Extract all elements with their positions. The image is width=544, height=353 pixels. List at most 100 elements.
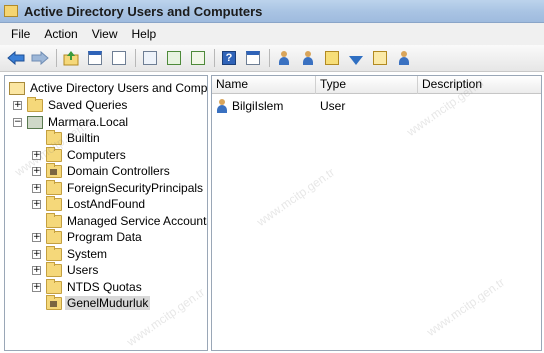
tree-item-label: GenelMudurluk [65, 296, 151, 310]
ou-icon [46, 162, 62, 178]
folder-icon [46, 179, 62, 195]
new-group-button[interactable] [298, 48, 318, 68]
find-button[interactable] [370, 48, 390, 68]
details-pane: Name Type Description BilgiIslem User [211, 75, 542, 351]
tree-item-label: Saved Queries [48, 98, 128, 112]
expand-icon[interactable]: + [32, 199, 41, 209]
app-icon [4, 5, 18, 17]
folder-icon [46, 245, 62, 261]
export-icon [143, 51, 157, 65]
column-header-name[interactable]: Name [212, 76, 316, 94]
console-tree-icon [88, 51, 102, 65]
properties-icon [112, 51, 126, 65]
filter-icon [349, 55, 363, 65]
ou-icon [46, 294, 62, 310]
forward-button[interactable] [30, 48, 50, 68]
collapse-icon[interactable]: − [13, 117, 22, 127]
tree-item-users[interactable]: + Users [32, 261, 99, 278]
up-button[interactable] [61, 48, 81, 68]
tree-item-genel-mudurluk[interactable]: GenelMudurluk [46, 294, 151, 311]
domain-icon [27, 115, 43, 129]
tree-item-label: ForeignSecurityPrincipals [67, 181, 204, 195]
up-folder-icon [63, 51, 79, 66]
tree-item-saved-queries[interactable]: + Saved Queries [13, 96, 128, 113]
properties-button[interactable] [109, 48, 129, 68]
tree-root-label: Active Directory Users and Comput [30, 81, 208, 95]
export-button[interactable] [140, 48, 160, 68]
new-user-button[interactable] [274, 48, 294, 68]
tree-item-foreign-security-principals[interactable]: + ForeignSecurityPrincipals [32, 179, 204, 196]
folder-icon [46, 195, 62, 211]
new-ou-button[interactable] [322, 48, 342, 68]
expand-icon[interactable]: + [32, 282, 41, 292]
new-group-icon [302, 51, 314, 65]
tree-item-label: Builtin [67, 131, 100, 145]
toolbar: ? [0, 45, 544, 72]
expand-icon[interactable]: + [32, 232, 41, 242]
expand-icon[interactable]: + [32, 183, 41, 193]
expand-icon[interactable]: + [32, 265, 41, 275]
expand-icon[interactable]: + [13, 100, 22, 110]
back-arrow-icon [7, 51, 25, 65]
tree-item-lost-and-found[interactable]: + LostAndFound [32, 195, 146, 212]
filter-button[interactable] [346, 48, 366, 68]
back-button[interactable] [6, 48, 26, 68]
tree-item-label: LostAndFound [67, 197, 146, 211]
help-icon: ? [222, 51, 236, 65]
window-title: Active Directory Users and Computers [24, 3, 263, 19]
tree-item-ntds-quotas[interactable]: + NTDS Quotas [32, 278, 142, 295]
refresh-button[interactable] [164, 48, 184, 68]
tree-root[interactable]: Active Directory Users and Comput [9, 80, 208, 96]
expand-icon[interactable]: + [32, 150, 41, 160]
toolbar-separator [269, 49, 270, 67]
tree-item-builtin[interactable]: Builtin [46, 129, 100, 146]
column-header-description[interactable]: Description [418, 76, 541, 94]
folder-icon [46, 278, 62, 294]
tree-item-label: Program Data [67, 230, 142, 244]
folder-icon [46, 129, 62, 145]
tree-item-label: System [67, 247, 108, 261]
forward-arrow-icon [31, 51, 49, 65]
main-panes: Active Directory Users and Comput + Save… [0, 72, 544, 353]
tree-item-computers[interactable]: + Computers [32, 146, 126, 163]
list-item[interactable]: BilgiIslem User [216, 98, 418, 114]
folder-icon [46, 261, 62, 277]
add-to-group-button[interactable] [394, 48, 414, 68]
tree-item-label: Managed Service Accounts [67, 214, 208, 228]
find-icon [373, 51, 387, 65]
tree-item-program-data[interactable]: + Program Data [32, 228, 142, 245]
show-hide-console-tree-button[interactable] [85, 48, 105, 68]
user-icon [216, 99, 228, 113]
menu-help[interactable]: Help [125, 27, 164, 41]
folder-icon [46, 228, 62, 244]
help-button[interactable]: ? [219, 48, 239, 68]
tree-item-system[interactable]: + System [32, 245, 108, 262]
expand-icon[interactable]: + [32, 249, 41, 259]
menu-bar: File Action View Help [0, 23, 544, 45]
menu-action[interactable]: Action [37, 27, 84, 41]
export-list-button[interactable] [188, 48, 208, 68]
tree-item-domain[interactable]: − Marmara.Local [13, 114, 128, 130]
title-bar: Active Directory Users and Computers [0, 0, 544, 23]
tree-item-managed-service-accounts[interactable]: Managed Service Accounts [46, 212, 208, 229]
toolbar-separator [56, 49, 57, 67]
tree-item-label: Marmara.Local [48, 115, 129, 129]
tree-item-label: Computers [67, 148, 126, 162]
tree-item-domain-controllers[interactable]: + Domain Controllers [32, 162, 170, 179]
tree-item-label: NTDS Quotas [67, 280, 142, 294]
list-item-name: BilgiIslem [232, 99, 284, 113]
new-ou-icon [325, 51, 339, 65]
mmc-button[interactable] [243, 48, 263, 68]
menu-file[interactable]: File [4, 27, 37, 41]
tree-item-label: Users [67, 263, 99, 277]
expand-icon[interactable]: + [32, 166, 41, 176]
new-user-icon [278, 51, 290, 65]
snapin-icon [9, 81, 25, 95]
folder-icon [46, 212, 62, 228]
add-to-group-icon [398, 51, 410, 65]
refresh-icon [167, 51, 181, 65]
menu-view[interactable]: View [85, 27, 125, 41]
column-header-type[interactable]: Type [316, 76, 418, 94]
folder-icon [46, 146, 62, 162]
tree-item-label: Domain Controllers [67, 164, 170, 178]
